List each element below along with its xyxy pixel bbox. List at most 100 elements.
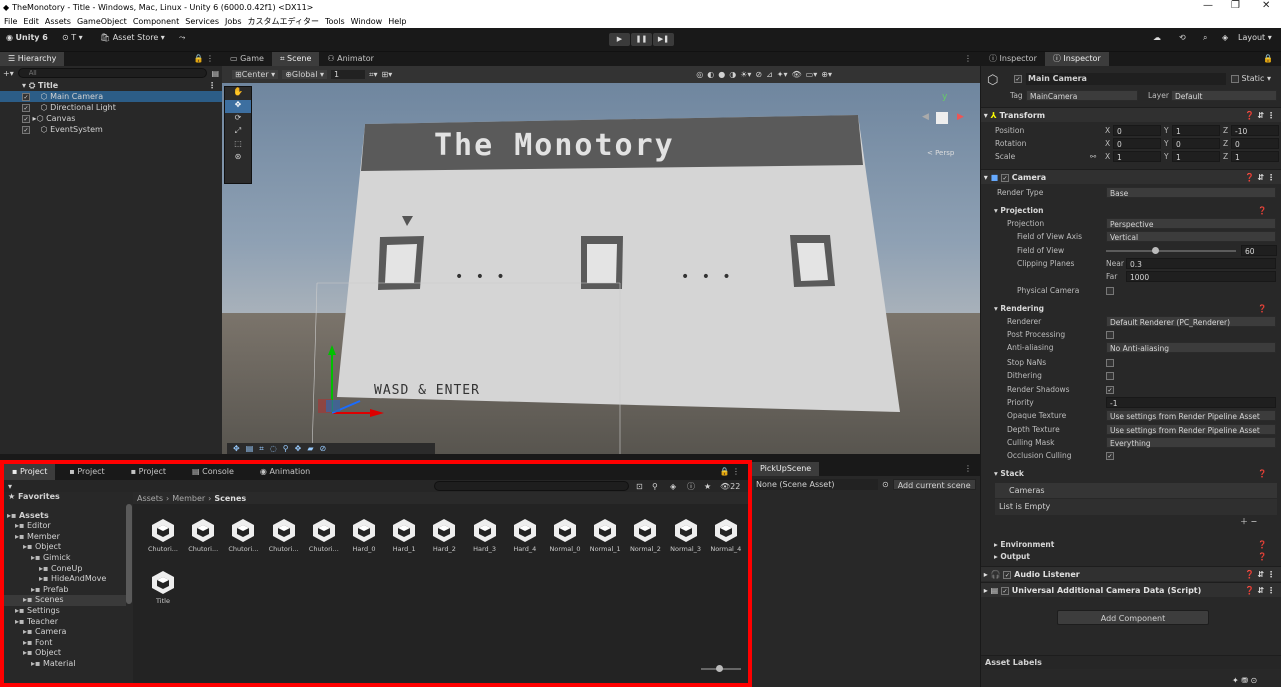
tab-project-2[interactable]: ▪ Project — [61, 464, 112, 480]
overlay-tool-icon[interactable]: ⊘ — [319, 444, 326, 453]
scene-asset[interactable]: Hard_4 — [505, 517, 545, 553]
depth-texture-dropdown[interactable]: Use settings from Render Pipeline Asset — [1106, 424, 1276, 435]
shading-wire-icon[interactable]: ◐ — [707, 70, 714, 79]
layers-icon[interactable]: ◈ — [1222, 33, 1228, 42]
hierarchy-item-main-camera[interactable]: ✓ ⬡ Main Camera — [0, 91, 222, 102]
folder-item[interactable]: ▸▪ Member — [4, 532, 126, 543]
scene-asset[interactable]: Title — [143, 569, 183, 605]
constrain-scale-icon[interactable]: ⚯ — [1090, 150, 1096, 163]
audio-listener-header[interactable]: ▸ 🎧 ✓ Audio Listener ❓ ⇵ ⋮ — [981, 566, 1281, 581]
active-toggle[interactable]: ✓ — [1014, 74, 1022, 83]
opaque-texture-dropdown[interactable]: Use settings from Render Pipeline Asset — [1106, 410, 1276, 421]
object-name-field[interactable]: Main Camera — [1026, 73, 1226, 85]
rotation-y[interactable]: 0 — [1172, 138, 1220, 149]
account-button[interactable]: ◉ Unity 6 — [6, 33, 48, 42]
scene-asset[interactable]: Normal_3 — [666, 517, 706, 553]
list-add-remove[interactable]: ＋ − — [1240, 516, 1257, 527]
folder-item[interactable]: ▸▪ Settings — [4, 606, 126, 617]
tag-icon[interactable]: ◈ — [670, 482, 676, 491]
scene-asset[interactable]: Chutori... — [304, 517, 344, 553]
menu-edit[interactable]: Edit — [23, 17, 39, 26]
folder-item[interactable]: ▸▪ Prefab — [4, 585, 126, 596]
far-field[interactable]: 1000 — [1126, 271, 1276, 282]
rendering-section[interactable]: ▾ Rendering — [994, 302, 1044, 315]
user-button[interactable]: ⊙ T ▾ — [62, 33, 83, 42]
menu-tools[interactable]: Tools — [325, 17, 345, 26]
shading-solid-icon[interactable]: ● — [718, 70, 725, 79]
visibility-toggle[interactable]: ✓ — [22, 125, 30, 134]
component-menu-icon[interactable]: ❓ ⇵ ⋮ — [1245, 170, 1275, 185]
near-field[interactable]: 0.3 — [1126, 258, 1276, 269]
breadcrumb-scenes[interactable]: Scenes — [214, 494, 246, 503]
folder-item[interactable]: ▸▪ Assets — [4, 511, 126, 522]
play-button[interactable]: ▶ — [609, 33, 630, 46]
tab-project-3[interactable]: ▪ Project — [123, 464, 174, 480]
scene-asset[interactable]: Chutori... — [143, 517, 183, 553]
filter-type-icon[interactable]: ⊡ — [636, 482, 643, 491]
dithering-toggle[interactable] — [1106, 369, 1114, 382]
priority-field[interactable]: -1 — [1106, 397, 1276, 408]
asset-labels-bar[interactable]: Asset Labels — [981, 655, 1281, 669]
favorites-item[interactable]: ★ Favorites — [4, 492, 126, 503]
breadcrumb-assets[interactable]: Assets — [137, 494, 163, 503]
folder-item[interactable]: ▸▪ Gimick — [4, 553, 126, 564]
overlay-tool-icon[interactable]: ▰ — [307, 444, 313, 453]
pause-button[interactable]: ❚❚ — [631, 33, 652, 46]
folder-item[interactable]: ▸▪ Teacher — [4, 617, 126, 628]
tab-inspector-1[interactable]: ⓘ Inspector — [981, 52, 1045, 66]
help-icon[interactable]: ❓ — [1258, 204, 1267, 217]
tab-hierarchy[interactable]: ☰ Hierarchy — [0, 52, 65, 66]
scene-asset[interactable]: Hard_0 — [344, 517, 384, 553]
fov-field[interactable]: 60 — [1241, 245, 1277, 256]
scene-root[interactable]: ▾ ⛭ Title ⋮ — [0, 80, 222, 91]
fov-slider[interactable] — [1106, 250, 1236, 252]
rotation-x[interactable]: 0 — [1113, 138, 1161, 149]
shading-lit-icon[interactable]: ◑ — [729, 70, 736, 79]
projection-dropdown[interactable]: Perspective — [1106, 218, 1276, 229]
asset-store-button[interactable]: 🛍 Asset Store ▾ — [100, 33, 165, 42]
help-icon[interactable]: ❓ — [1258, 550, 1267, 563]
audio-toggle-icon[interactable]: ⊿ — [766, 70, 773, 79]
tab-console[interactable]: ▤ Console — [184, 464, 242, 480]
close-icon[interactable]: ✕ — [1262, 0, 1270, 11]
camera-settings-icon[interactable]: ▭▾ — [806, 70, 818, 79]
tab-game[interactable]: ▭ Game — [222, 52, 272, 66]
rect-tool-icon[interactable]: ⬚ — [225, 139, 251, 152]
component-menu-icon[interactable]: ❓ ⇵ ⋮ — [1245, 108, 1275, 123]
physical-camera-toggle[interactable] — [1106, 284, 1114, 297]
scene-asset[interactable]: Normal_1 — [585, 517, 625, 553]
culling-mask-dropdown[interactable]: Everything — [1106, 437, 1276, 448]
help-icon[interactable]: ❓ — [1258, 302, 1267, 315]
favorite-icon[interactable]: ★ — [704, 482, 711, 491]
breadcrumb-member[interactable]: Member — [172, 494, 205, 503]
scene-view-panel[interactable]: ▭ Game ⌗ Scene ⚇ Animator ⋮ ⊞Center ▾ ⊕G… — [222, 52, 980, 454]
layout-dropdown[interactable]: Layout ▾ — [1238, 33, 1272, 42]
visibility-toggle[interactable]: ✓ — [22, 103, 30, 112]
gizmo-neg-x-axis[interactable]: ◀ — [922, 112, 929, 122]
lock-icon[interactable]: 🔒 — [1255, 52, 1281, 66]
scene-asset-field[interactable]: None (Scene Asset) — [754, 478, 878, 490]
scene-asset[interactable]: Hard_3 — [465, 517, 505, 553]
project-search-input[interactable] — [434, 481, 629, 491]
folder-item[interactable]: ▸▪ Object — [4, 542, 126, 553]
minimize-icon[interactable]: — — [1203, 0, 1213, 11]
menu-component[interactable]: Component — [133, 17, 179, 26]
view-tool-icon[interactable]: ✋ — [225, 87, 251, 100]
overlay-tool-icon[interactable]: ⌗ — [259, 444, 264, 454]
add-component-button[interactable]: Add Component — [1057, 610, 1209, 625]
scene-asset[interactable]: Normal_2 — [625, 517, 665, 553]
scene-asset[interactable]: Chutori... — [183, 517, 223, 553]
overlay-tool-icon[interactable]: ✥ — [295, 444, 302, 453]
scale-tool-icon[interactable]: ⤢ — [225, 126, 251, 139]
folder-item[interactable]: ▸▪ Scenes — [4, 595, 126, 606]
tab-pickup-scene[interactable]: PickUpScene — [752, 462, 820, 476]
scale-z[interactable]: 1 — [1231, 151, 1279, 162]
projection-section[interactable]: ▾ Projection — [994, 204, 1044, 217]
menu-gameobject[interactable]: GameObject — [77, 17, 127, 26]
scale-y[interactable]: 1 — [1172, 151, 1220, 162]
folder-item[interactable]: ▸▪ Camera — [4, 627, 126, 638]
more-icon[interactable]: ⋮ — [956, 462, 980, 476]
menu-window[interactable]: Window — [351, 17, 383, 26]
grid-icon[interactable]: ⊞▾ — [382, 70, 393, 79]
tree-scrollbar[interactable] — [126, 504, 132, 604]
